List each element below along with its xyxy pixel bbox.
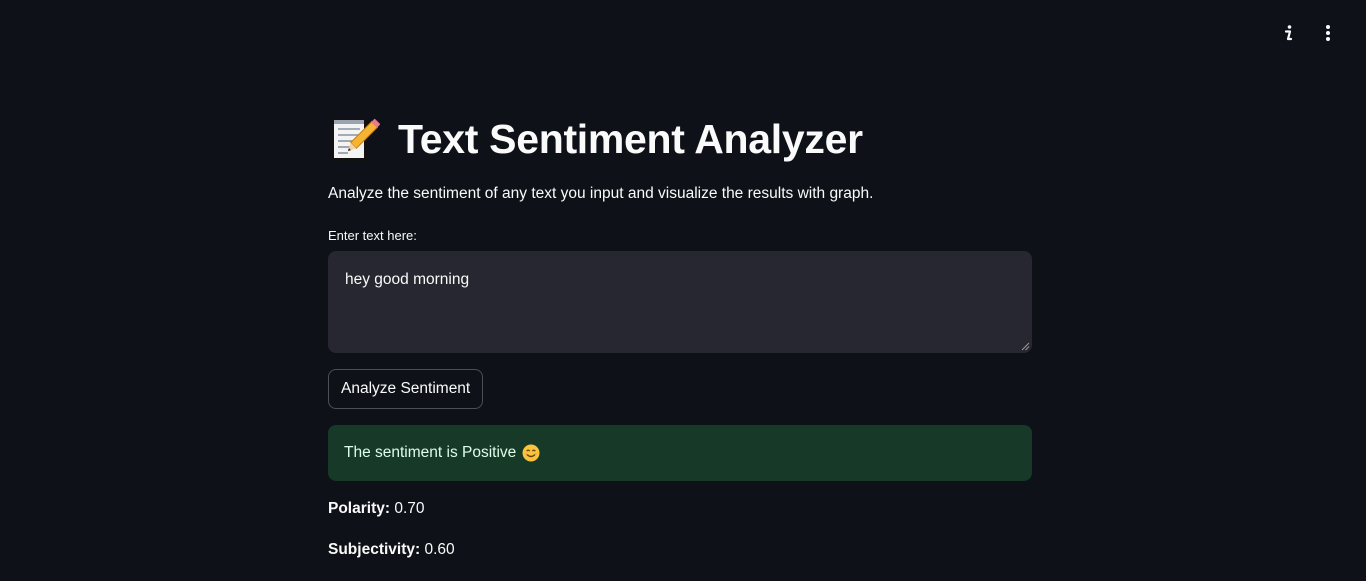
top-toolbar	[0, 0, 1366, 66]
text-input-container: hey good morning	[328, 251, 1032, 353]
analyze-sentiment-button[interactable]: Analyze Sentiment	[328, 369, 484, 409]
page-header: Text Sentiment Analyzer	[328, 110, 863, 168]
memo-pencil-icon	[331, 117, 380, 161]
subjectivity-value: 0.60	[424, 541, 455, 558]
text-input-label: Enter text here:	[328, 228, 417, 243]
resize-handle-icon[interactable]	[1020, 341, 1030, 351]
subjectivity-metric: Subjectivity: 0.60	[328, 541, 455, 559]
text-input[interactable]: hey good morning	[328, 251, 1032, 353]
more-vertical-icon	[1326, 25, 1330, 41]
subjectivity-label: Subjectivity:	[328, 541, 421, 558]
smiling-face-icon	[522, 444, 540, 462]
main-menu-button[interactable]	[1315, 20, 1341, 46]
polarity-value: 0.70	[394, 500, 425, 517]
sentiment-result-text: The sentiment is Positive	[344, 444, 517, 461]
polarity-metric: Polarity: 0.70	[328, 500, 425, 518]
info-button[interactable]	[1275, 20, 1301, 46]
info-icon	[1284, 25, 1293, 41]
page-description: Analyze the sentiment of any text you in…	[328, 185, 874, 202]
page-title: Text Sentiment Analyzer	[398, 115, 863, 162]
polarity-label: Polarity:	[328, 500, 391, 517]
sentiment-result-alert: The sentiment is Positive	[328, 425, 1032, 481]
